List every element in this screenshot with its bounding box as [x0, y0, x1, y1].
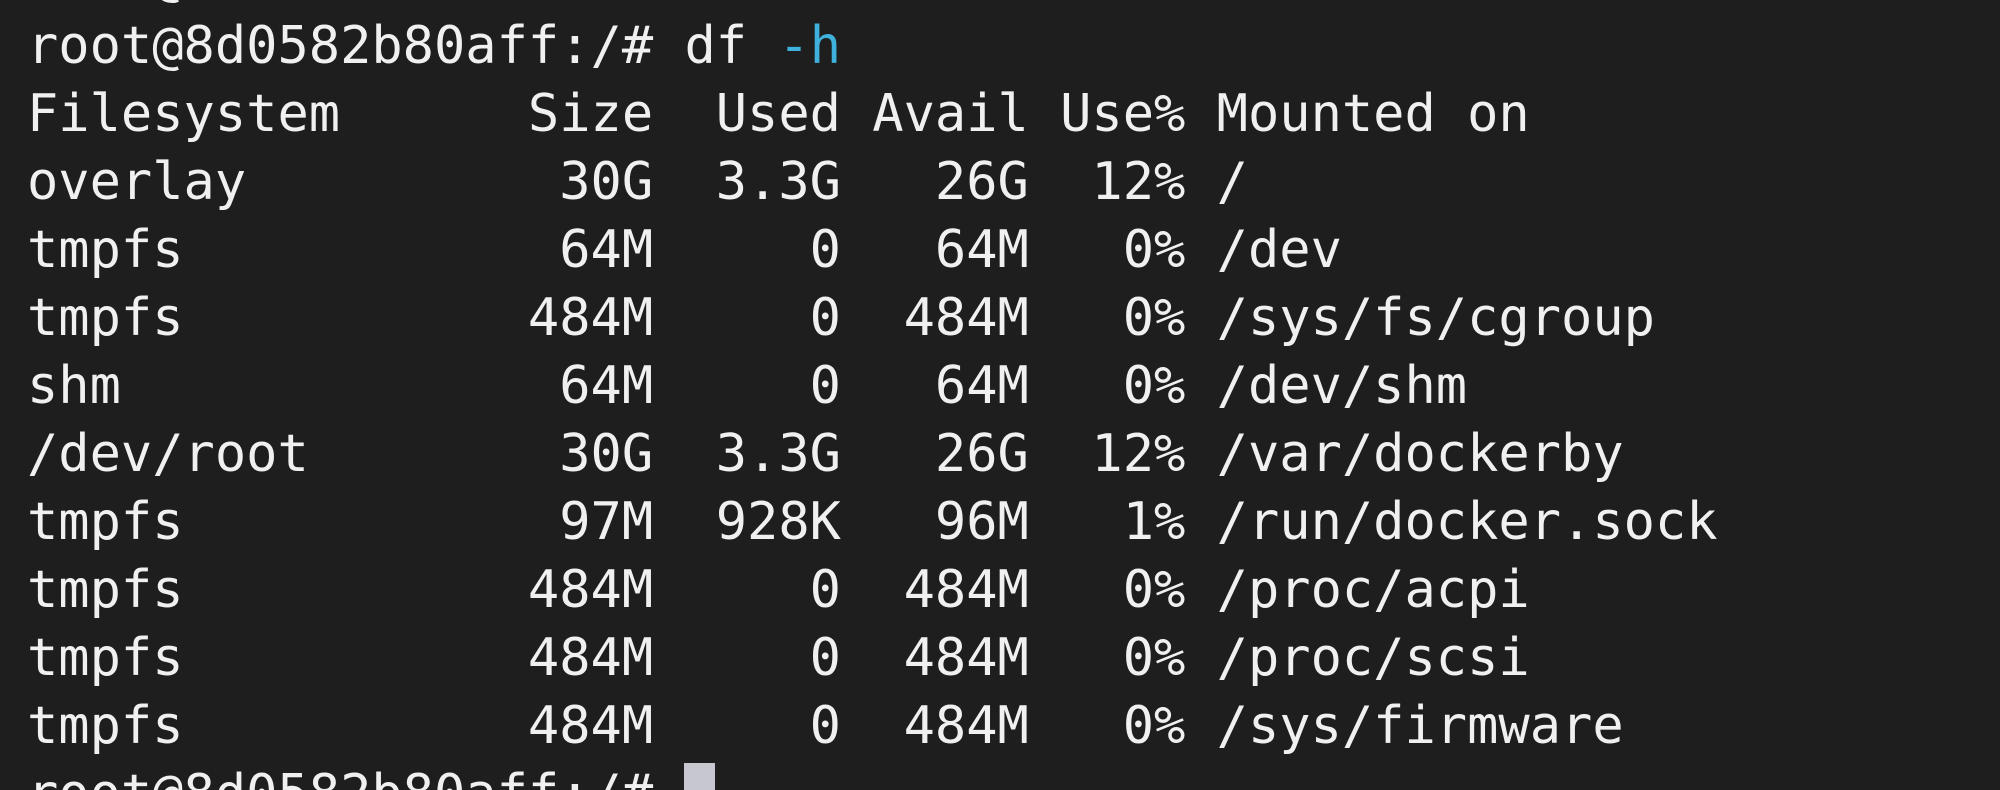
- command-text: df: [684, 16, 748, 76]
- previous-prompt-line: root@8d0582b80aff:/#: [27, 0, 684, 12]
- active-prompt-text: root@8d0582b80aff:/#: [27, 764, 684, 790]
- terminal-output: root@8d0582b80aff:/# df -h Filesystem Si…: [27, 12, 1718, 790]
- terminal-window[interactable]: root@8d0582b80aff:/# root@8d0582b80aff:/…: [0, 0, 2000, 790]
- output-row: tmpfs 484M 0 484M 0% /proc/scsi: [27, 628, 1530, 688]
- output-row: tmpfs 484M 0 484M 0% /proc/acpi: [27, 560, 1530, 620]
- text-cursor[interactable]: [684, 763, 716, 790]
- command-line: root@8d0582b80aff:/# df -h: [27, 12, 1718, 80]
- output-row: tmpfs 64M 0 64M 0% /dev: [27, 220, 1342, 280]
- output-row: tmpfs 97M 928K 96M 1% /run/docker.sock: [27, 492, 1718, 552]
- output-row: /dev/root 30G 3.3G 26G 12% /var/dockerby: [27, 424, 1624, 484]
- output-row: shm 64M 0 64M 0% /dev/shm: [27, 356, 1468, 416]
- output-row: tmpfs 484M 0 484M 0% /sys/fs/cgroup: [27, 288, 1655, 348]
- output-header: Filesystem Size Used Avail Use% Mounted …: [27, 84, 1530, 144]
- active-prompt-line[interactable]: root@8d0582b80aff:/#: [27, 760, 1718, 790]
- output-row: tmpfs 484M 0 484M 0% /sys/firmware: [27, 696, 1624, 756]
- command-flag: -h: [778, 16, 842, 76]
- output-row: overlay 30G 3.3G 26G 12% /: [27, 152, 1248, 212]
- prompt-text: root@8d0582b80aff:/#: [27, 16, 685, 76]
